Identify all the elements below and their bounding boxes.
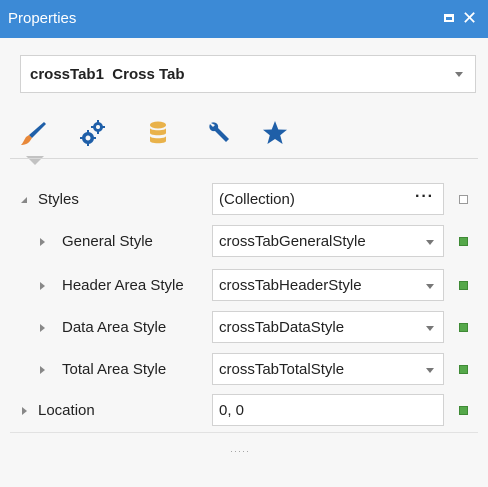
modified-value-marker[interactable] xyxy=(459,281,468,290)
total-area-style-dropdown[interactable]: crossTabTotalStyle xyxy=(212,353,444,385)
property-label: Header Area Style xyxy=(62,277,184,294)
default-value-marker[interactable] xyxy=(459,195,468,204)
title-bar: Properties ✕ xyxy=(0,0,488,38)
tab-favorites[interactable] xyxy=(252,112,296,156)
tab-design[interactable] xyxy=(196,112,240,156)
tab-behavior[interactable] xyxy=(70,112,114,156)
chevron-down-icon[interactable] xyxy=(426,284,434,289)
property-value: crossTabHeaderStyle xyxy=(219,277,362,294)
star-icon xyxy=(263,121,287,144)
paintbrush-icon xyxy=(21,122,46,145)
properties-panel: Properties ✕ crossTab1 Cross Tab Styles … xyxy=(0,0,488,487)
object-selector[interactable]: crossTab1 Cross Tab xyxy=(20,55,476,93)
expand-arrow-icon[interactable] xyxy=(40,366,45,374)
chevron-down-icon[interactable] xyxy=(426,240,434,245)
description-divider xyxy=(10,432,478,433)
data-area-style-dropdown[interactable]: crossTabDataStyle xyxy=(212,311,444,343)
database-icon xyxy=(150,121,166,144)
object-type: Cross Tab xyxy=(112,66,185,83)
styles-value-field[interactable]: (Collection) ··· xyxy=(212,183,444,215)
property-row-general-style: General Style crossTabGeneralStyle xyxy=(0,225,488,259)
property-row-location: Location 0, 0 xyxy=(0,394,488,428)
gears-icon xyxy=(80,120,105,146)
property-value: crossTabTotalStyle xyxy=(219,361,345,378)
general-style-dropdown[interactable]: crossTabGeneralStyle xyxy=(212,225,444,257)
wrench-icon xyxy=(209,122,229,142)
property-label: General Style xyxy=(62,233,153,250)
property-label: Styles xyxy=(38,191,79,208)
object-selector-label: crossTab1 Cross Tab xyxy=(30,66,185,83)
property-label: Total Area Style xyxy=(62,361,167,378)
tab-appearance[interactable] xyxy=(10,112,54,165)
modified-value-marker[interactable] xyxy=(459,237,468,246)
modified-value-marker[interactable] xyxy=(459,323,468,332)
expand-arrow-icon[interactable] xyxy=(40,282,45,290)
location-value-field[interactable]: 0, 0 xyxy=(212,394,444,426)
expand-arrow-icon[interactable] xyxy=(22,407,27,415)
chevron-down-icon[interactable] xyxy=(426,326,434,331)
property-value: crossTabDataStyle xyxy=(219,319,345,336)
modified-value-marker[interactable] xyxy=(459,365,468,374)
ellipsis-button[interactable]: ··· xyxy=(415,188,434,206)
tab-data[interactable] xyxy=(136,112,180,156)
modified-value-marker[interactable] xyxy=(459,406,468,415)
property-row-total-area-style: Total Area Style crossTabTotalStyle xyxy=(0,353,488,387)
category-tabs xyxy=(10,112,310,165)
property-value[interactable]: 0, 0 xyxy=(219,402,244,419)
panel-title: Properties xyxy=(8,10,77,27)
expand-arrow-icon[interactable] xyxy=(40,238,45,246)
property-value: (Collection) xyxy=(219,191,295,208)
property-label: Location xyxy=(38,402,95,419)
collapse-arrow-icon[interactable] xyxy=(21,197,27,203)
property-row-styles: Styles (Collection) ··· xyxy=(0,183,488,217)
header-area-style-dropdown[interactable]: crossTabHeaderStyle xyxy=(212,269,444,301)
object-name: crossTab1 xyxy=(30,66,104,83)
chevron-down-icon[interactable] xyxy=(455,72,463,77)
resize-grip[interactable]: ····· xyxy=(230,446,250,456)
tabs-divider xyxy=(10,158,478,159)
expand-arrow-icon[interactable] xyxy=(40,324,45,332)
maximize-icon[interactable] xyxy=(438,6,462,30)
property-row-data-area-style: Data Area Style crossTabDataStyle xyxy=(0,311,488,345)
property-label: Data Area Style xyxy=(62,319,167,336)
close-icon[interactable]: ✕ xyxy=(462,6,486,30)
property-row-header-area-style: Header Area Style crossTabHeaderStyle xyxy=(0,269,488,303)
property-value: crossTabGeneralStyle xyxy=(219,233,366,250)
chevron-down-icon[interactable] xyxy=(426,368,434,373)
